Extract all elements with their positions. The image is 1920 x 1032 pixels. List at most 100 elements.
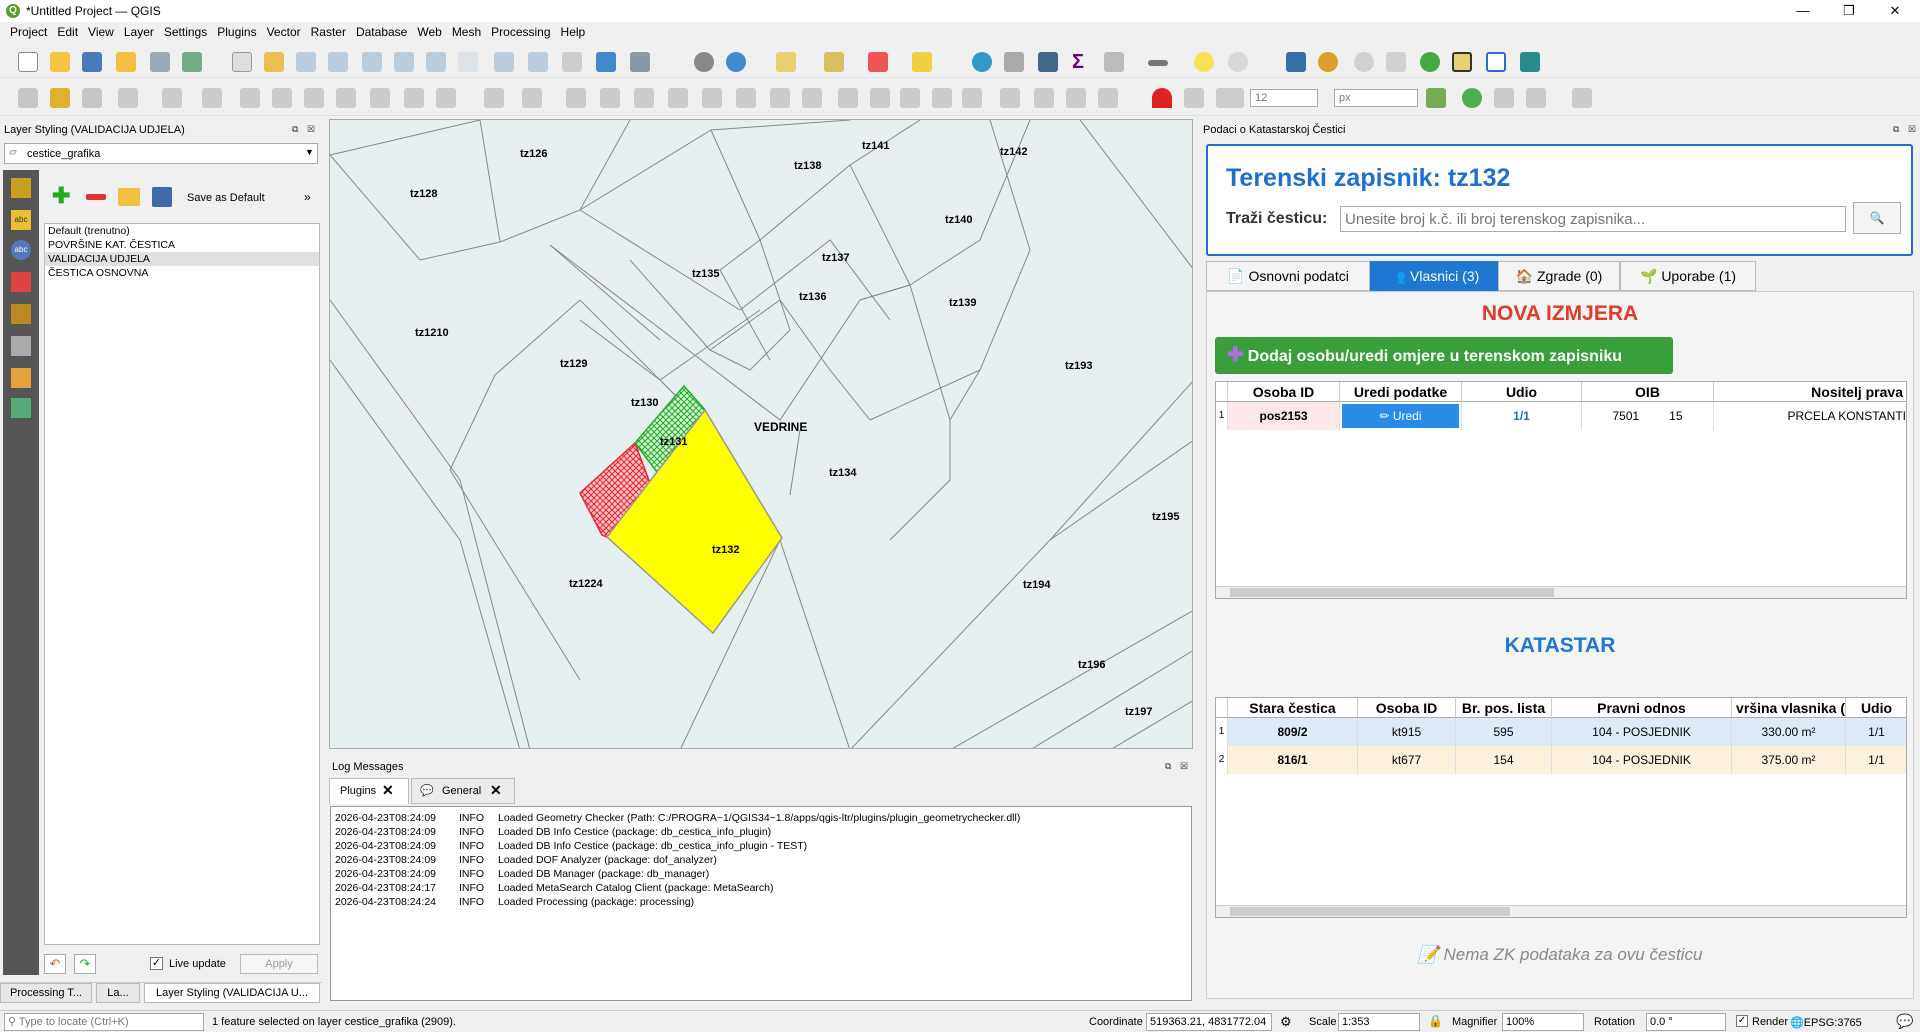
dock-close-button[interactable]: ☒ [1180,761,1188,772]
menu-help[interactable]: Help [556,22,591,42]
save-as-icon[interactable] [116,52,136,72]
save-as-default-button[interactable]: Save as Default [187,192,265,204]
toolbox-icon[interactable] [1104,52,1124,72]
vertex-tool-icon[interactable] [202,88,222,108]
pan-icon[interactable] [232,52,252,72]
redo-icon[interactable] [436,88,456,108]
print-layout-icon[interactable] [150,52,170,72]
undo-style-icon[interactable]: ↶ [44,954,66,974]
maximize-button[interactable]: ❐ [1826,0,1872,22]
edit-owner-button[interactable]: ✏ Uredi [1342,404,1459,428]
temporal-controller-icon[interactable] [694,52,714,72]
zoom-selection-icon[interactable] [394,52,414,72]
python-console-icon[interactable] [1286,52,1306,72]
menu-vector[interactable]: Vector [262,22,306,42]
menu-plugins[interactable]: Plugins [212,22,261,42]
db-layer-icon[interactable] [1386,52,1406,72]
owner-udio[interactable]: 1/1 [1462,402,1582,430]
kat-udio[interactable]: 1/1 [1846,746,1906,774]
col-osoba-id[interactable]: Osoba ID [1358,698,1456,718]
label-tool-icon[interactable] [1066,88,1086,108]
minimize-button[interactable]: — [1780,0,1826,22]
offset-curve-icon[interactable] [838,88,858,108]
tracing-offset-icon[interactable] [1572,88,1592,108]
identify-icon[interactable] [972,52,992,72]
pan-to-selection-icon[interactable] [264,52,284,72]
delete-part-icon[interactable] [770,88,790,108]
menu-edit[interactable]: Edit [52,22,83,42]
tab-layers[interactable]: La... [96,983,140,1003]
kat-pravni-odnos[interactable]: 104 - POSJEDNIK [1552,718,1732,746]
layer-select[interactable]: ▱ cestice_grafika ▼ [4,143,318,164]
close-icon[interactable]: ✕ [382,782,394,799]
kat-br-pos-lista[interactable]: 595 [1456,718,1552,746]
live-update-checkbox[interactable]: ✓ [150,957,163,970]
dock-close-button[interactable]: ☒ [307,124,315,135]
snapping-tolerance-input[interactable]: 12 [1250,89,1318,107]
tab-vlasnici[interactable]: 👥 Vlasnici (3) [1370,261,1498,291]
offset-point-icon[interactable] [1034,88,1054,108]
fields-icon[interactable] [11,336,31,356]
delete-selected-icon[interactable] [272,88,292,108]
masks-icon[interactable]: abc [11,240,31,260]
menu-settings[interactable]: Settings [159,22,212,42]
rotation-field[interactable]: 0.0 ° [1646,1013,1726,1031]
parcel-search-input[interactable] [1340,206,1846,232]
kat-osoba-id[interactable]: kt915 [1358,718,1456,746]
messages-icon[interactable]: 💬 [1896,1013,1913,1030]
split-parts-icon[interactable] [900,88,920,108]
merge-attributes-icon[interactable] [962,88,982,108]
zoom-out-icon[interactable] [328,52,348,72]
show-bookmarks-icon[interactable] [630,52,650,72]
dof-analyzer-icon[interactable] [1486,52,1506,72]
lock-icon[interactable]: 🔒 [1428,1014,1443,1028]
map-tips-icon[interactable] [1228,52,1248,72]
dock-close-button[interactable]: ☒ [1908,124,1916,135]
tab-layer-styling[interactable]: Layer Styling (VALIDACIJA U... [144,983,320,1003]
map-canvas[interactable]: tz126 tz128 tz138 tz141 tz142 tz140 tz13… [329,119,1193,749]
kat-pravni-odnos[interactable]: 104 - POSJEDNIK [1552,746,1732,774]
menu-processing[interactable]: Processing [486,22,555,42]
kat-br-pos-lista[interactable]: 154 [1456,746,1552,774]
diagrams-icon[interactable] [11,304,31,324]
owner-osoba-id[interactable]: pos2153 [1228,402,1340,430]
measure-icon[interactable] [1148,60,1168,66]
toggle-editing-icon[interactable] [50,88,70,108]
select-features-icon[interactable] [776,52,796,72]
kat-stara-cestica[interactable]: 809/2 [1228,718,1358,746]
trim-extend-icon[interactable] [1098,88,1118,108]
style-manager-icon[interactable] [182,52,202,72]
labels-icon[interactable]: abc [11,210,31,230]
close-button[interactable]: ✕ [1872,0,1918,22]
db-cestica-info-icon[interactable] [1452,52,1472,72]
col-pravni-odnos[interactable]: Pravni odnos [1552,698,1732,718]
annotation-icon[interactable] [1194,52,1214,72]
new-map-view-icon[interactable] [562,52,582,72]
split-features-icon[interactable] [870,88,890,108]
topological-editing-icon[interactable] [1426,88,1446,108]
col-udio[interactable]: Udio [1462,382,1582,402]
col-oib[interactable]: OIB [1582,382,1714,402]
edit-pencil-icon[interactable] [18,88,38,108]
add-polygon-icon[interactable] [162,88,182,108]
attribute-table-icon[interactable] [1004,52,1024,72]
kat-povrsina[interactable]: 330.00 m² [1732,718,1846,746]
field-calculator-icon[interactable] [1038,52,1058,72]
col-nositelj-prava[interactable]: Nositelj prava [1714,382,1906,402]
zoom-last-icon[interactable] [494,52,514,72]
tab-osnovni-podatci[interactable]: 📄 Osnovni podatci [1206,261,1370,291]
zoom-full-icon[interactable] [362,52,382,72]
kat-stara-cestica[interactable]: 816/1 [1228,746,1358,774]
advanced-digitize-icon[interactable] [522,88,542,108]
kat-osoba-id[interactable]: kt677 [1358,746,1456,774]
dock-float-button[interactable]: ⧉ [1165,761,1171,772]
zoom-native-icon[interactable] [458,52,478,72]
db-info-icon[interactable] [1318,52,1338,72]
render-checkbox[interactable]: ✓ [1736,1015,1748,1027]
magnifier-field[interactable]: 100% [1502,1013,1584,1031]
kat-povrsina[interactable]: 375.00 m² [1732,746,1846,774]
more-icon[interactable]: » [304,190,311,204]
toggle-extents-icon[interactable]: ⚙ [1280,1014,1292,1030]
modify-attributes-icon[interactable] [240,88,260,108]
add-ring-icon[interactable] [634,88,654,108]
